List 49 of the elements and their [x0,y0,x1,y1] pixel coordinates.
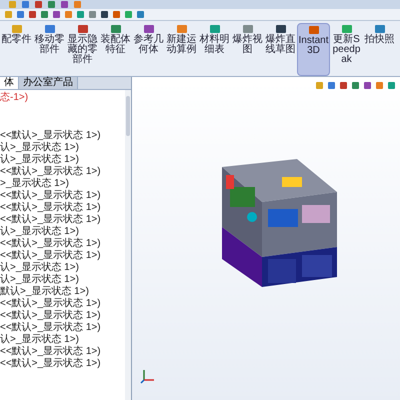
tree-item[interactable]: 认>_显示状态 1>) [0,142,125,154]
ribbon-button[interactable]: 参考几何体 [132,23,165,76]
tree-item[interactable]: <<默认>_显示状态 1>) [0,358,125,370]
ribbon-button[interactable]: 更新Speedpak [330,23,363,76]
tree-item[interactable]: <<默认>_显示状态 1>) [0,166,125,178]
tree-item[interactable]: >_显示状态 1>) [0,178,125,190]
tool-icon [110,23,122,35]
ribbon-button[interactable]: 显示隐藏的零部件 [66,23,99,76]
tree-item[interactable]: <<默认>_显示状态 1>) [0,190,125,202]
ribbon-button[interactable]: 移动零部件 [33,23,66,76]
panel-tab[interactable]: 体 [0,77,19,89]
ribbon-button[interactable]: Instant3D [297,23,330,76]
tree-item[interactable]: <<默认>_显示状态 1>) [0,322,125,334]
tool-icon [208,23,220,35]
tool-icon [374,23,386,35]
tree-item[interactable]: <<默认>_显示状态 1>) [0,214,125,226]
tree-item[interactable]: 默认>_显示状态 1>) [0,286,125,298]
scrollbar[interactable] [125,90,131,400]
tree-item[interactable]: <<默认>_显示状态 1>) [0,346,125,358]
tool-icon [176,23,188,35]
tree-item[interactable]: 认>_显示状态 1>) [0,334,125,346]
tool-icon [274,23,286,35]
tree-item[interactable]: 认>_显示状态 1>) [0,226,125,238]
tree-item[interactable]: <<默认>_显示状态 1>) [0,238,125,250]
ribbon-button[interactable]: 装配体特征 [99,23,132,76]
tool-icon [10,23,22,35]
tool-icon [340,23,352,35]
tool-icon [142,23,154,35]
tree-item[interactable]: <<默认>_显示状态 1>) [0,298,125,310]
tool-icon [76,23,88,35]
ribbon-button[interactable]: 配零件 [0,23,33,76]
tree-item[interactable]: 态-1>) [0,92,125,104]
tree-item[interactable]: <<默认>_显示状态 1>) [0,130,125,142]
tree-item[interactable]: 认>_显示状态 1>) [0,154,125,166]
panel-tab[interactable]: 办公室产品 [19,77,78,89]
tree-item[interactable]: <<默认>_显示状态 1>) [0,250,125,262]
tool-icon [308,24,320,36]
axis-triad-icon [140,368,156,384]
ribbon-button[interactable]: 拍快照 [363,23,396,76]
tree-item[interactable]: 认>_显示状态 1>) [0,274,125,286]
tree-item[interactable]: <<默认>_显示状态 1>) [0,310,125,322]
tool-icon [242,23,254,35]
tree-item[interactable]: <<默认>_显示状态 1>) [0,202,125,214]
ribbon-button[interactable]: 爆炸直线草图 [264,23,297,76]
tree-item[interactable]: 认>_显示状态 1>) [0,262,125,274]
tool-icon [44,23,56,35]
ribbon-button[interactable]: 爆炸视图 [231,23,264,76]
ribbon-button[interactable]: 材料明细表 [198,23,231,76]
ribbon-button[interactable]: 新建运动算例 [165,23,198,76]
